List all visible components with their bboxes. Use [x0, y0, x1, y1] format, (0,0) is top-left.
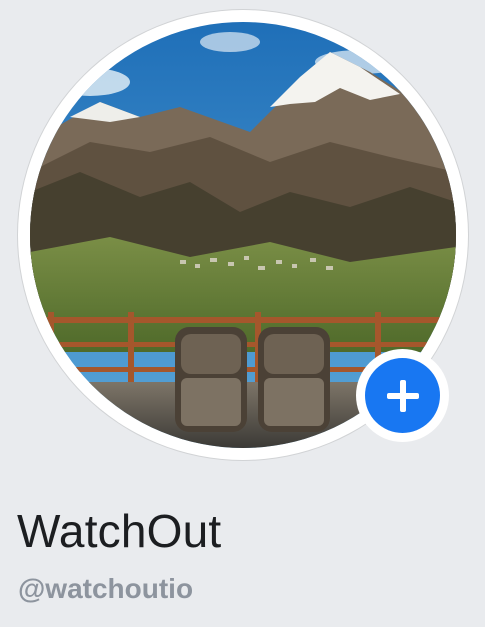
plus-icon — [386, 379, 419, 412]
page-name: WatchOut — [17, 505, 222, 557]
page-handle[interactable]: @watchoutio — [18, 573, 193, 605]
add-button-circle — [365, 358, 440, 433]
add-profile-picture-button[interactable] — [356, 349, 449, 442]
